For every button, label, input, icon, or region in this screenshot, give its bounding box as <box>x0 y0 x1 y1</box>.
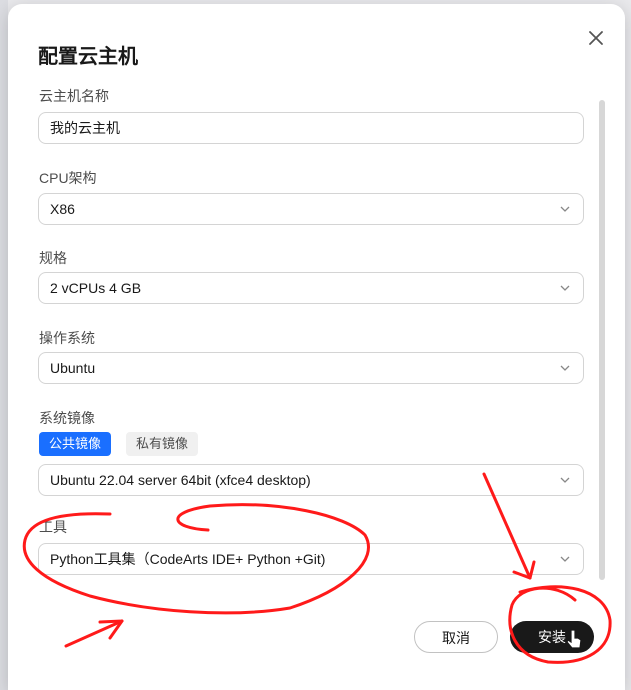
form-scroll-area: 云主机名称 我的云主机 CPU架构 X86 规格 2 vCPUs 4 GB 操作… <box>8 86 625 586</box>
spec-select[interactable]: 2 vCPUs 4 GB <box>38 272 584 304</box>
tab-private-image[interactable]: 私有镜像 <box>126 432 199 456</box>
image-label: 系统镜像 <box>39 410 95 426</box>
tools-value: Python工具集（CodeArts IDE+ Python +Git) <box>50 551 326 567</box>
install-button[interactable]: 安装 <box>510 621 594 653</box>
close-icon[interactable] <box>582 24 610 52</box>
os-value: Ubuntu <box>50 360 96 376</box>
image-value: Ubuntu 22.04 server 64bit (xfce4 desktop… <box>50 472 311 488</box>
os-select[interactable]: Ubuntu <box>38 352 584 384</box>
cpu-arch-label: CPU架构 <box>39 170 97 186</box>
chevron-down-icon <box>560 477 570 483</box>
host-name-label: 云主机名称 <box>39 88 109 104</box>
cpu-arch-select[interactable]: X86 <box>38 193 584 225</box>
cpu-arch-value: X86 <box>50 201 75 217</box>
configure-host-dialog: 配置云主机 云主机名称 我的云主机 CPU架构 X86 规格 2 vCPUs 4… <box>8 4 625 690</box>
page-backdrop <box>0 0 8 690</box>
tools-label: 工具 <box>39 519 67 535</box>
cancel-button[interactable]: 取消 <box>414 621 498 653</box>
host-name-input[interactable]: 我的云主机 <box>38 112 584 144</box>
os-label: 操作系统 <box>39 330 95 346</box>
spec-value: 2 vCPUs 4 GB <box>50 280 142 296</box>
chevron-down-icon <box>560 365 570 371</box>
dialog-title: 配置云主机 <box>38 46 138 68</box>
tools-select[interactable]: Python工具集（CodeArts IDE+ Python +Git) <box>38 543 584 575</box>
chevron-down-icon <box>560 556 570 562</box>
chevron-down-icon <box>560 285 570 291</box>
spec-label: 规格 <box>39 250 67 266</box>
form-scrollbar[interactable] <box>599 100 605 580</box>
chevron-down-icon <box>560 206 570 212</box>
tab-public-image[interactable]: 公共镜像 <box>39 432 112 456</box>
image-select[interactable]: Ubuntu 22.04 server 64bit (xfce4 desktop… <box>38 464 584 496</box>
